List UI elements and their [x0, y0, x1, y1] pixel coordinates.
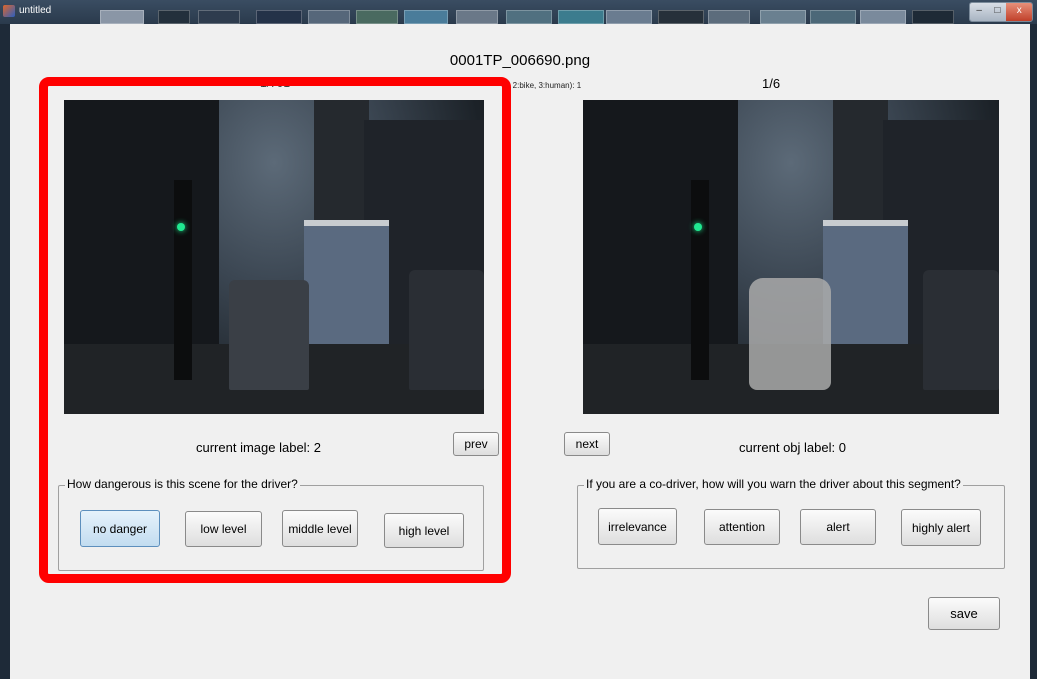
taskbar-thumbnail: [708, 10, 750, 24]
taskbar-thumbnail: [760, 10, 806, 24]
high-level-button[interactable]: high level: [384, 513, 464, 548]
window-controls: – □ x: [969, 2, 1033, 22]
traffic-light: [694, 223, 702, 231]
file-name-title: 0001TP_006690.png: [449, 52, 591, 69]
taskbar-thumbnail: [558, 10, 604, 24]
next-button[interactable]: next: [564, 432, 610, 456]
scene-image: [64, 100, 484, 414]
car-right: [409, 270, 484, 390]
attention-button[interactable]: attention: [704, 509, 780, 545]
car: [229, 280, 309, 390]
object-type-prompt: r, 2:bike, 3:human): 1: [506, 81, 582, 90]
window-title: untitled: [19, 5, 52, 16]
low-level-button[interactable]: low level: [185, 511, 262, 547]
taskbar-thumbnail: [456, 10, 498, 24]
alert-button[interactable]: alert: [800, 509, 876, 545]
taskbar-thumbnail: [404, 10, 448, 24]
taskbar-thumbnail: [810, 10, 856, 24]
segment-mask: [749, 278, 831, 390]
minimize-button[interactable]: –: [970, 3, 989, 21]
irrelevance-button[interactable]: irrelevance: [598, 508, 677, 545]
figure-canvas: 0001TP_006690.png 1/701 r, 2:bike, 3:hum…: [10, 24, 1030, 679]
matlab-icon: [3, 5, 15, 17]
title-bar: untitled – □ x: [0, 0, 1037, 24]
taskbar-thumbnail: [356, 10, 398, 24]
taskbar-thumbnail: [860, 10, 906, 24]
taskbar-thumbnail: [158, 10, 190, 24]
taskbar-thumbnail: [506, 10, 552, 24]
traffic-light: [177, 223, 185, 231]
current-obj-label: current obj label: 0: [739, 440, 846, 455]
taskbar-thumbnail: [100, 10, 144, 24]
taskbar-thumbnail: [658, 10, 704, 24]
bus: [304, 220, 389, 346]
taskbar-thumbnail: [606, 10, 652, 24]
window-frame-left: [0, 24, 10, 679]
warning-group-title: If you are a co-driver, how will you war…: [584, 477, 963, 491]
danger-group-title: How dangerous is this scene for the driv…: [65, 477, 300, 491]
window-frame-right: [1030, 24, 1037, 679]
save-button[interactable]: save: [928, 597, 1000, 630]
highly-alert-button[interactable]: highly alert: [901, 509, 981, 546]
current-image-label: current image label: 2: [196, 440, 322, 455]
segment-image: [583, 100, 999, 414]
traffic-light-pole: [691, 180, 709, 380]
object-counter: 1/6: [762, 76, 781, 91]
prev-button[interactable]: prev: [453, 432, 499, 456]
image-counter: 1/701: [260, 76, 291, 90]
traffic-light-pole: [174, 180, 192, 380]
close-button[interactable]: x: [1006, 3, 1032, 21]
car-right: [923, 270, 999, 390]
maximize-button[interactable]: □: [988, 3, 1007, 21]
no-danger-button[interactable]: no danger: [80, 510, 160, 547]
taskbar-thumbnail: [198, 10, 240, 24]
middle-level-button[interactable]: middle level: [282, 510, 358, 547]
taskbar-thumbnail: [308, 10, 350, 24]
taskbar-thumbnail: [256, 10, 302, 24]
bus: [823, 220, 908, 346]
taskbar-thumbnail: [912, 10, 954, 24]
